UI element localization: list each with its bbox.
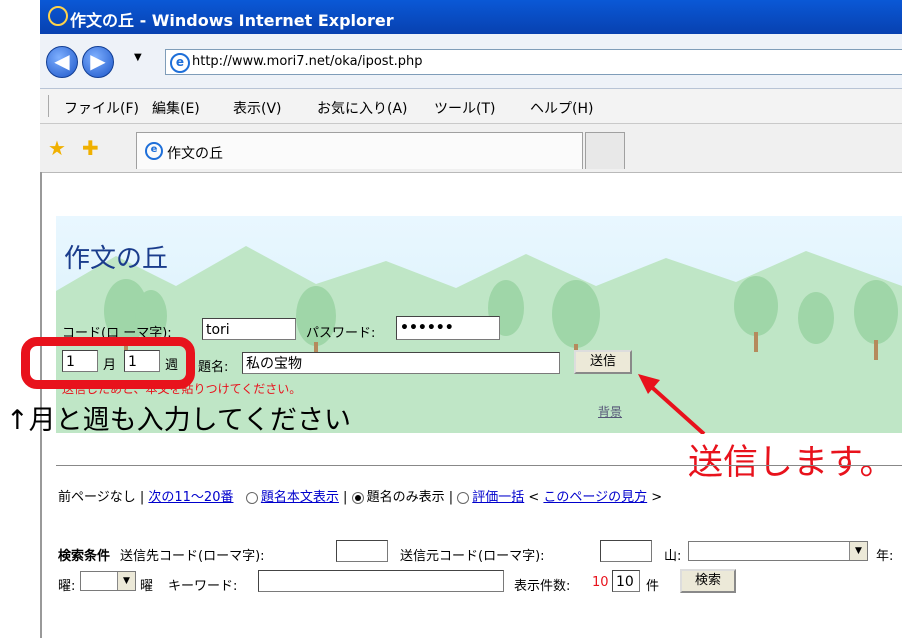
address-field[interactable]: e http://www.mori7.net/oka/ipost.php xyxy=(165,49,902,75)
prev-page-text: 前ページなし | xyxy=(58,490,149,505)
site-title: 作文の丘 xyxy=(64,244,169,274)
title-label: 題名: xyxy=(198,360,229,375)
chevron-down-icon: ▼ xyxy=(117,572,135,590)
keyword-input[interactable] xyxy=(258,570,504,592)
menu-file[interactable]: ファイル(F) xyxy=(64,98,139,118)
tab-ie-icon: e xyxy=(145,142,163,160)
window-title: 作文の丘 - Windows Internet Explorer xyxy=(70,11,394,30)
weekday-label: 曜: xyxy=(58,579,76,594)
weekday-select[interactable]: ▼ xyxy=(80,571,136,591)
mountain-label: 山: xyxy=(664,549,682,564)
nav-sep: | xyxy=(338,490,352,505)
divider xyxy=(56,465,902,466)
favorites-bar: ★ ✚ e 作文の丘 xyxy=(40,124,902,173)
menu-tools[interactable]: ツール(T) xyxy=(434,98,495,118)
month-week-highlight xyxy=(21,337,195,389)
month-week-note: ↑月と週も入力してください xyxy=(6,405,352,436)
background-link[interactable]: 背景 xyxy=(598,403,622,420)
tab-current[interactable]: e 作文の丘 xyxy=(136,132,583,169)
code-input[interactable]: tori xyxy=(202,318,296,340)
radio-bulk-eval[interactable] xyxy=(457,491,470,504)
new-tab-button[interactable] xyxy=(585,132,625,169)
title-bar: 作文の丘 - Windows Internet Explorer xyxy=(40,0,902,34)
title-input[interactable]: 私の宝物 xyxy=(242,352,560,374)
from-code-label: 送信元コード(ローマ字): xyxy=(400,549,545,564)
menu-edit[interactable]: 編集(E) xyxy=(152,98,200,118)
forward-button[interactable]: ▶ xyxy=(82,46,114,78)
ie-logo-icon xyxy=(48,6,68,26)
weekday-suffix: 曜 xyxy=(140,579,154,594)
chevron-down-icon: ▼ xyxy=(849,542,867,560)
mountain-select[interactable]: ▼ xyxy=(688,541,868,561)
keyword-label: キーワード: xyxy=(168,579,238,594)
search-label: 検索条件 xyxy=(58,549,111,564)
guide-link[interactable]: このページの見方 xyxy=(543,490,647,505)
count-current: 10 xyxy=(592,575,609,590)
history-dropdown-icon[interactable]: ▼ xyxy=(134,52,142,63)
guide-open: < xyxy=(524,490,544,505)
favorites-star-icon[interactable]: ★ xyxy=(48,136,66,160)
menu-bar: ファイル(F) 編集(E) 表示(V) お気に入り(A) ツール(T) ヘルプ(… xyxy=(40,89,902,124)
list-nav: 前ページなし | 次の11～20番 題名本文表示 | 題名のみ表示 | 評価一括… xyxy=(58,486,662,505)
count-input[interactable]: 10 xyxy=(612,570,640,592)
next-page-link[interactable]: 次の11～20番 xyxy=(148,490,233,505)
send-button[interactable]: 送信 xyxy=(574,350,632,374)
page-icon: e xyxy=(170,53,190,73)
count-label: 表示件数: xyxy=(514,579,571,594)
menu-view[interactable]: 表示(V) xyxy=(233,98,282,118)
bulk-eval-link[interactable]: 評価一括 xyxy=(472,490,524,505)
to-code-label: 送信先コード(ローマ字): xyxy=(120,549,265,564)
password-label: パスワード: xyxy=(306,326,376,341)
back-button[interactable]: ◀ xyxy=(46,46,78,78)
title-body-link[interactable]: 題名本文表示 xyxy=(261,490,339,505)
guide-close: > xyxy=(647,490,663,505)
radio-title-body[interactable] xyxy=(245,491,258,504)
title-only-label: 題名のみ表示 xyxy=(366,490,445,505)
send-note: 送信します。 xyxy=(684,434,899,485)
menu-help[interactable]: ヘルプ(H) xyxy=(530,98,593,118)
to-code-input[interactable] xyxy=(336,540,388,562)
radio-title-only[interactable] xyxy=(351,491,364,504)
tab-label: 作文の丘 xyxy=(167,146,223,162)
year-label: 年: xyxy=(876,549,894,564)
address-url: http://www.mori7.net/oka/ipost.php xyxy=(192,54,423,69)
count-unit: 件 xyxy=(646,579,660,594)
arrow-to-send-icon xyxy=(638,374,706,436)
from-code-input[interactable] xyxy=(600,540,652,562)
add-favorites-icon[interactable]: ✚ xyxy=(82,136,99,160)
address-bar: ◀ ▶ ▼ e http://www.mori7.net/oka/ipost.p… xyxy=(40,34,902,89)
password-input[interactable]: •••••• xyxy=(396,316,500,340)
nav-sep: | xyxy=(444,490,458,505)
search-button[interactable]: 検索 xyxy=(680,569,736,593)
menu-separator xyxy=(48,95,49,117)
menu-favorites[interactable]: お気に入り(A) xyxy=(317,98,408,118)
